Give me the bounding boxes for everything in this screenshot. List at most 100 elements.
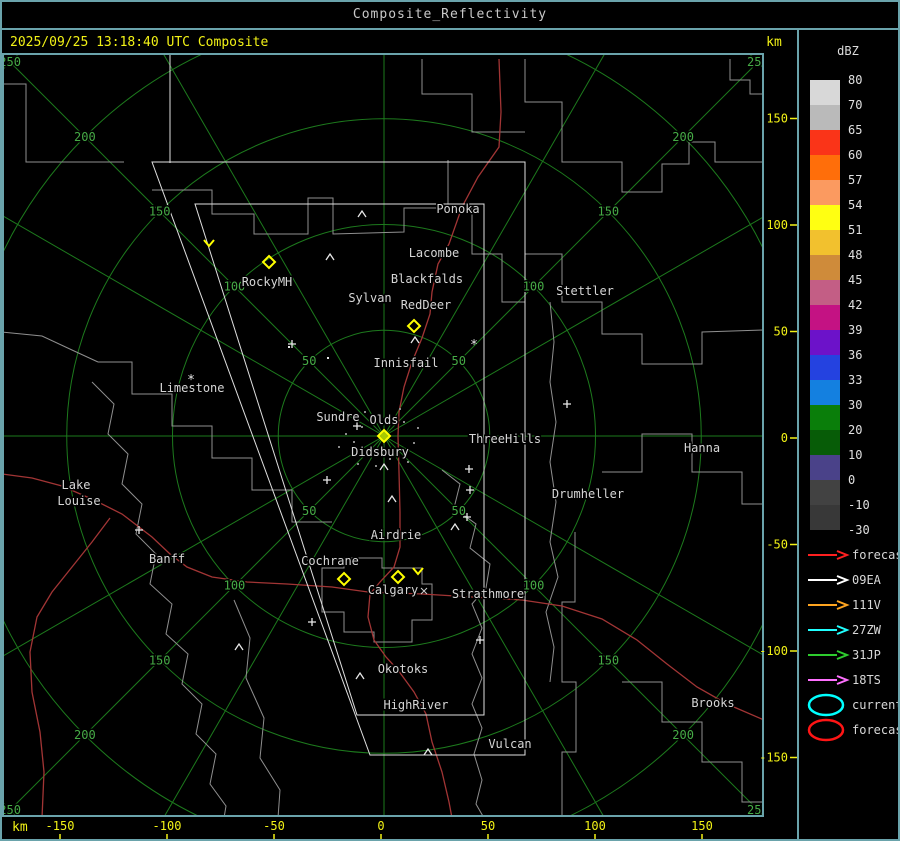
clutter-speckle <box>345 433 347 435</box>
colorbar-value-label: 0 <box>848 473 855 487</box>
county-boundary <box>525 254 764 364</box>
storm-diamond-marker <box>338 573 350 585</box>
city-label: RockyMH <box>242 275 293 289</box>
caret-marker <box>358 211 366 217</box>
colorbar-value-label: 51 <box>848 223 862 237</box>
colorbar-swatch <box>810 330 840 355</box>
x-axis-tick-label: 0 <box>377 819 384 833</box>
legend-arrow-icon <box>837 551 847 559</box>
radar-window: 5050505010010010010015015015015020020020… <box>0 0 900 841</box>
city-label: Louise <box>57 494 100 508</box>
x-axis-tick-label: -50 <box>263 819 285 833</box>
y-axis-tick-label: 100 <box>766 218 788 232</box>
city-label: Hanna <box>684 441 720 455</box>
caret-marker <box>235 644 243 650</box>
x-axis-tick-label: 50 <box>481 819 495 833</box>
clutter-speckle <box>399 408 401 410</box>
legend-arrow-icon <box>837 576 847 584</box>
radial-line <box>2 2 384 436</box>
storm-diamond-marker <box>408 320 420 332</box>
colorbar-value-label: 33 <box>848 373 862 387</box>
colorbar-unit-label: dBZ <box>798 44 898 58</box>
clutter-speckle <box>417 427 419 429</box>
legend-item-label: 27ZW <box>852 623 882 637</box>
x-axis-tick-label: -150 <box>46 819 75 833</box>
ring-distance-label: 100 <box>523 579 545 593</box>
plus-marker <box>465 465 473 473</box>
clutter-speckle <box>403 421 405 423</box>
colorbar-swatch <box>810 305 840 330</box>
dot-marker <box>327 357 329 359</box>
colorbar-swatch <box>810 355 840 380</box>
legend-arrow-icon <box>837 676 847 684</box>
colorbar-value-label: 42 <box>848 298 862 312</box>
colorbar-value-label: 70 <box>848 98 862 112</box>
city-label: Banff <box>149 552 185 566</box>
caret-marker <box>451 524 459 530</box>
clutter-speckle <box>407 461 409 463</box>
city-label: Limestone <box>159 381 224 395</box>
y-axis-tick-label: 150 <box>766 112 788 126</box>
ring-distance-label: 150 <box>597 653 619 667</box>
colorbar-swatch <box>810 180 840 205</box>
colorbar-swatch <box>810 455 840 480</box>
legend-arrow-icon <box>837 601 847 609</box>
county-boundary <box>234 600 280 818</box>
timestamp-label: 2025/09/25 13:18:40 UTC Composite <box>10 35 268 50</box>
clutter-speckle <box>338 446 340 448</box>
clutter-speckle <box>375 465 377 467</box>
clutter-speckle <box>357 463 359 465</box>
colorbar-swatch <box>810 230 840 255</box>
plus-marker <box>476 636 484 644</box>
colorbar-swatch <box>810 130 840 155</box>
county-boundary <box>448 208 525 302</box>
ring-distance-label: 100 <box>523 279 545 293</box>
ring-distance-label: 250 <box>2 803 21 817</box>
colorbar-swatch <box>810 280 840 305</box>
county-boundary <box>422 59 525 132</box>
colorbar-swatch <box>810 80 840 105</box>
caret-marker <box>388 496 396 502</box>
colorbar-swatch <box>810 255 840 280</box>
ring-distance-label: 200 <box>74 130 96 144</box>
radial-line <box>384 436 704 839</box>
ring-distance-label: 100 <box>224 579 246 593</box>
city-label: Brooks <box>691 696 734 710</box>
city-label: Sylvan <box>348 291 391 305</box>
x-axis-tick-label: -100 <box>153 819 182 833</box>
plus-marker <box>308 618 316 626</box>
legend-item-label: forecast <box>852 723 898 737</box>
city-label: Strathmore <box>452 587 524 601</box>
x-axis-tick-label: 150 <box>691 819 713 833</box>
city-label: Drumheller <box>552 487 624 501</box>
y-axis-unit-label: km <box>754 35 794 50</box>
y-axis-tick-label: 50 <box>774 325 788 339</box>
city-label: Calgary <box>368 583 419 597</box>
legend-ellipse-icon <box>809 720 843 740</box>
legend-ellipse-icon <box>809 695 843 715</box>
colorbar-swatch <box>810 380 840 405</box>
colorbar-value-label: 54 <box>848 198 862 212</box>
colorbar-value-label: -30 <box>848 523 870 537</box>
colorbar-swatch <box>810 105 840 130</box>
city-label: Lake <box>62 478 91 492</box>
colorbar-value-label: 48 <box>848 248 862 262</box>
colorbar-swatch <box>810 405 840 430</box>
ring-distance-label: 200 <box>74 728 96 742</box>
county-boundary <box>562 532 576 818</box>
county-boundary <box>2 332 98 362</box>
window-title: Composite_Reflectivity <box>353 7 547 22</box>
legend-item-label: 09EA <box>852 573 882 587</box>
ring-distance-label: 150 <box>597 205 619 219</box>
y-axis-tick-label: 0 <box>781 431 788 445</box>
colorbar-swatch <box>810 480 840 505</box>
colorbar-value-label: 10 <box>848 448 862 462</box>
colorbar-value-label: 65 <box>848 123 862 137</box>
ring-distance-label: 150 <box>149 653 171 667</box>
clutter-speckle <box>353 441 355 443</box>
radial-line <box>64 436 384 839</box>
city-label: Cochrane <box>301 554 359 568</box>
ring-distance-label: 50 <box>302 354 316 368</box>
city-label: Stettler <box>556 284 614 298</box>
legend-item-label: forecast <box>852 548 898 562</box>
